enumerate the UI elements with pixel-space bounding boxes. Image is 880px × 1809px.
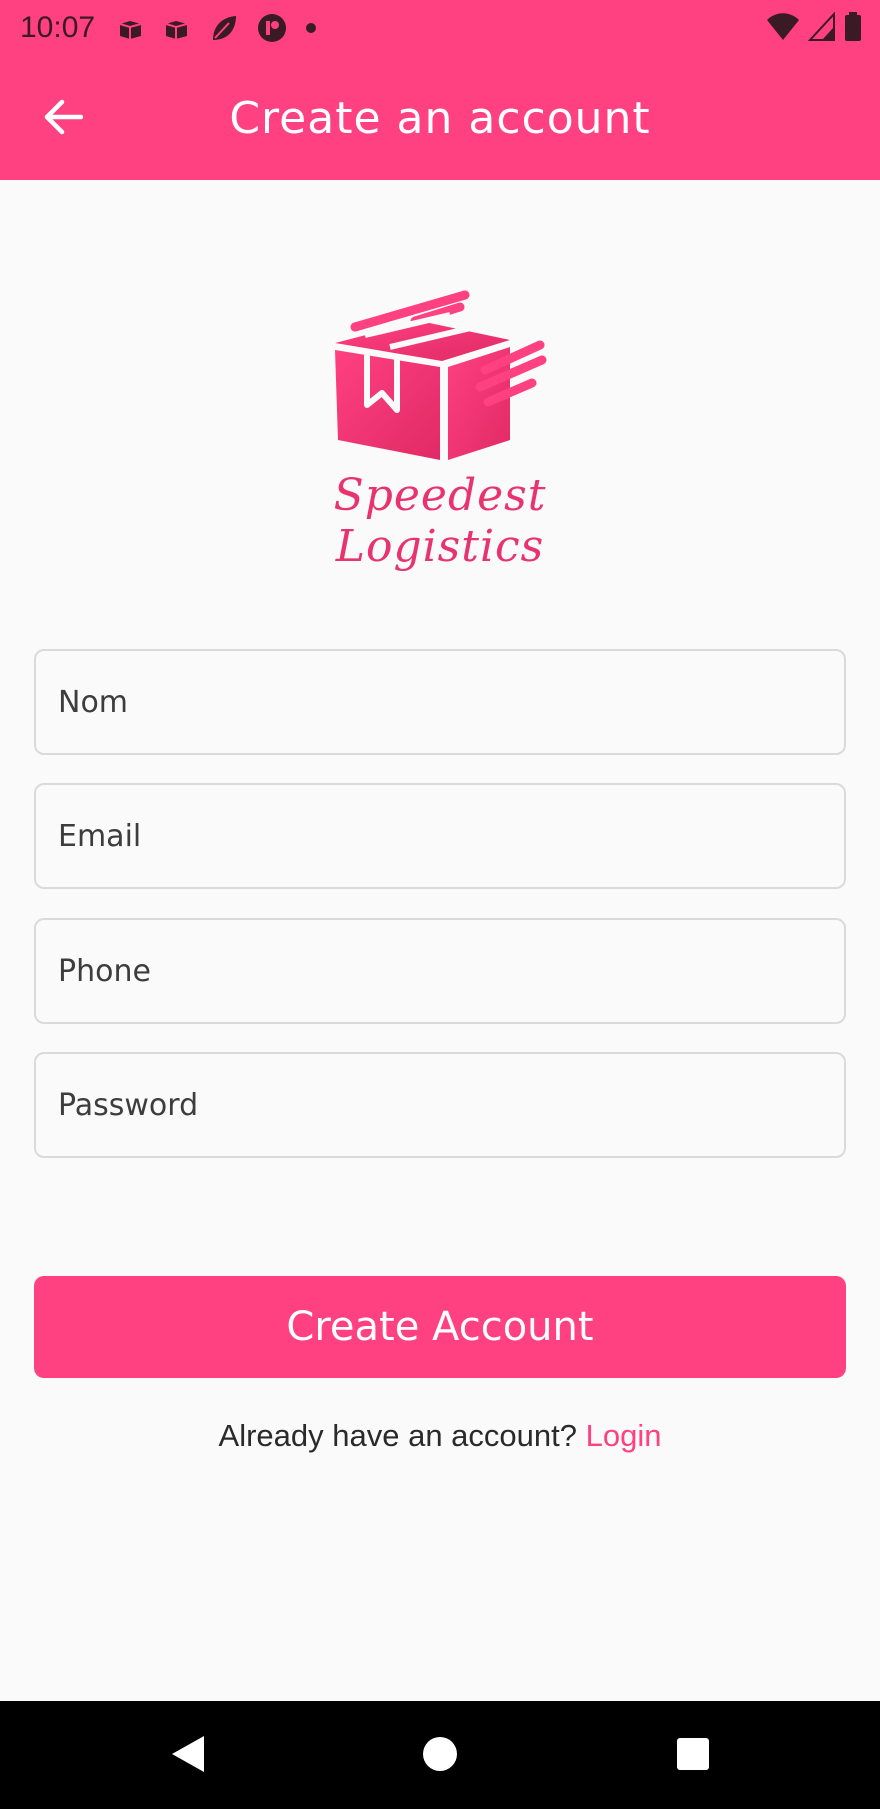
system-nav-bar	[0, 1701, 880, 1809]
nav-back-button[interactable]	[163, 1731, 213, 1781]
back-button[interactable]	[38, 94, 88, 144]
box-notification-icon	[163, 15, 191, 41]
app-p-icon	[257, 13, 287, 43]
page-title: Create an account	[229, 92, 651, 144]
phone-input[interactable]	[58, 953, 822, 989]
nav-back-icon	[170, 1734, 206, 1778]
nav-recents-icon	[676, 1737, 710, 1775]
brand-name: Speedest Logistics	[333, 470, 547, 572]
login-prompt-text: Already have an account?	[218, 1418, 577, 1453]
status-time: 10:07	[20, 11, 96, 44]
wifi-icon	[766, 12, 800, 46]
box-notification-icon	[117, 15, 145, 41]
nav-recents-button[interactable]	[668, 1731, 718, 1781]
password-field[interactable]	[34, 1052, 846, 1158]
delivery-box-icon	[335, 290, 547, 460]
signal-icon	[807, 11, 836, 46]
battery-icon	[844, 12, 862, 46]
phone-field[interactable]	[34, 918, 846, 1024]
email-input[interactable]	[58, 818, 822, 854]
leaf-icon	[209, 13, 239, 43]
dot-icon	[305, 22, 317, 34]
email-field[interactable]	[34, 783, 846, 889]
create-account-button[interactable]: Create Account	[34, 1276, 846, 1378]
nom-input[interactable]	[58, 684, 822, 720]
nav-home-icon	[422, 1736, 458, 1776]
status-bar: 10:07	[0, 0, 880, 56]
login-prompt: Already have an account? Login	[0, 1418, 880, 1454]
arrow-back-icon	[43, 99, 84, 139]
nom-field[interactable]	[34, 649, 846, 755]
login-link[interactable]: Login	[586, 1418, 662, 1453]
status-system-icons	[766, 11, 862, 46]
nav-home-button[interactable]	[415, 1731, 465, 1781]
status-notification-icons	[117, 13, 317, 43]
password-input[interactable]	[58, 1087, 822, 1123]
app-bar: Create an account	[0, 56, 880, 180]
